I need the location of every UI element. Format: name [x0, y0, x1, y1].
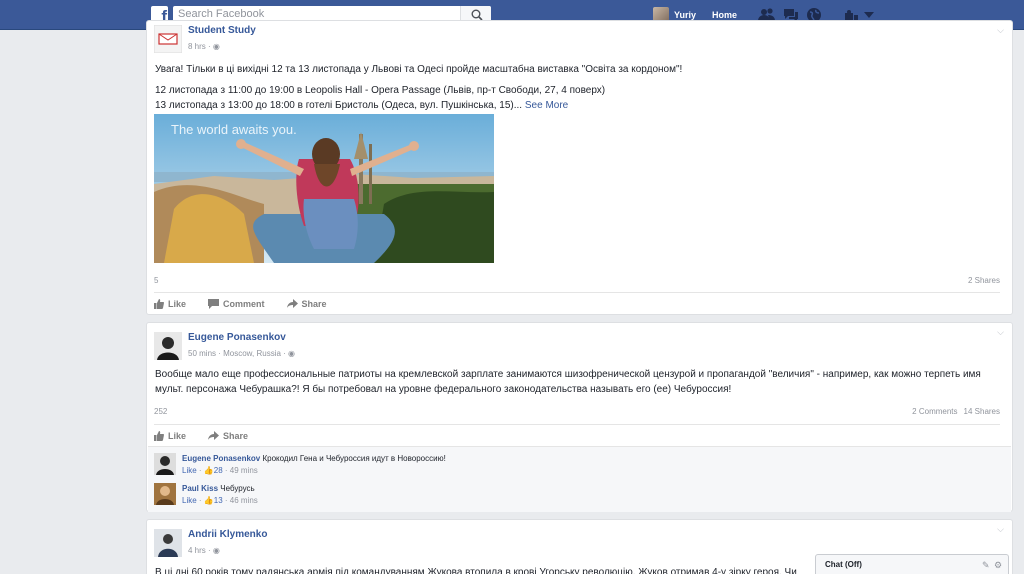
compose-icon[interactable]: ✎ — [982, 560, 990, 571]
post-time[interactable]: 8 hrs · — [188, 42, 213, 51]
post-actions: Like Comment Share — [154, 292, 1000, 314]
share-label: Share — [301, 298, 327, 309]
feed-post: ⌵ Eugene Ponasenkov 50 mins · Moscow, Ru… — [146, 322, 1013, 512]
post-text-line: 13 листопада з 13:00 до 18:00 в готелі Б… — [155, 100, 525, 111]
post-counts: 5 2 Shares — [154, 276, 1000, 285]
post-options-chevron-icon[interactable]: ⌵ — [997, 524, 1004, 535]
user-name: Yuriy — [674, 10, 697, 20]
post-author[interactable]: Student Study — [188, 25, 256, 37]
gear-icon[interactable]: ⚙ — [994, 560, 1002, 571]
post-meta: 8 hrs · ◉ — [188, 41, 256, 53]
comment-text: Крокодил Гена и Чебуроссия идут в Новоро… — [262, 454, 446, 463]
comment-time[interactable]: 49 mins — [230, 466, 258, 475]
comments-section: Eugene Ponasenkov Крокодил Гена и Чебуро… — [148, 446, 1011, 512]
author-avatar[interactable] — [154, 529, 182, 557]
comment-like-count[interactable]: 28 — [214, 466, 223, 475]
likes-count[interactable]: 5 — [154, 276, 158, 285]
home-link[interactable]: Home — [712, 10, 737, 20]
author-avatar[interactable] — [154, 332, 182, 360]
comments-count[interactable]: 2 Comments — [912, 407, 957, 416]
thumbs-up-icon — [154, 298, 164, 309]
like-button[interactable]: Like — [154, 430, 187, 441]
thumbs-up-icon — [154, 430, 164, 441]
comment-item: Paul Kiss Чебурусь Like · 👍13 · 46 mins — [154, 483, 258, 507]
globe-icon: ◉ — [212, 42, 220, 51]
post-options-chevron-icon[interactable]: ⌵ — [997, 327, 1004, 338]
like-button[interactable]: Like — [154, 298, 187, 309]
commenter-name[interactable]: Eugene Ponasenkov — [182, 454, 260, 463]
comment-like-link[interactable]: Like — [182, 496, 197, 505]
post-text-line: мульт. персонажа Чебурашка?! Я бы потреб… — [155, 384, 732, 395]
comment-icon — [208, 298, 220, 309]
page-avatar[interactable] — [154, 25, 182, 53]
post-meta: 50 mins · Moscow, Russia · ◉ — [188, 348, 295, 360]
post-text-line: Вообще мало еще профессиональные патриот… — [155, 369, 981, 380]
comment-like-link[interactable]: Like — [182, 466, 197, 475]
post-text: Вообще мало еще профессиональные патриот… — [155, 367, 1005, 397]
search-input[interactable] — [178, 8, 458, 20]
share-arrow-icon — [286, 298, 298, 308]
commenter-avatar[interactable] — [154, 453, 176, 475]
post-text-line: 12 листопада з 11:00 до 19:00 в Leopolis… — [155, 85, 606, 96]
post-text-line: Увага! Тільки в ці вихідні 12 та 13 лист… — [155, 64, 683, 75]
shares-count[interactable]: 14 Shares — [964, 407, 1000, 416]
post-time[interactable]: 50 mins · Moscow, Russia · — [188, 349, 288, 358]
comment-like-count[interactable]: 13 — [214, 496, 223, 505]
comment-label: Comment — [223, 298, 265, 309]
account-menu-icon[interactable] — [864, 12, 874, 18]
comment-button[interactable]: Comment — [208, 298, 265, 309]
like-label: Like — [168, 430, 187, 441]
commenter-name[interactable]: Paul Kiss — [182, 484, 218, 493]
commenter-avatar[interactable] — [154, 483, 176, 505]
comment-text: Чебурусь — [220, 484, 255, 493]
see-more-link[interactable]: See More — [525, 100, 568, 111]
feed-post: ⌵ Student Study 8 hrs · ◉ Увага! Тільки … — [146, 20, 1013, 315]
share-button[interactable]: Share — [208, 430, 249, 441]
post-time[interactable]: 4 hrs · — [188, 546, 213, 555]
post-text: Увага! Тільки в ці вихідні 12 та 13 лист… — [155, 62, 1005, 113]
thumbs-up-icon: 👍 — [203, 466, 214, 475]
share-arrow-icon — [208, 430, 220, 440]
photo-caption: The world awaits you. — [171, 122, 297, 137]
thumbs-up-icon: 👍 — [203, 496, 214, 505]
post-photo[interactable]: The world awaits you. — [154, 114, 494, 263]
chat-sidebar-tab[interactable]: Chat (Off) ✎ ⚙ — [815, 554, 1009, 574]
post-actions: Like Share — [154, 424, 1000, 446]
shares-count[interactable]: 2 Shares — [968, 276, 1000, 285]
chat-title: Chat (Off) — [825, 560, 862, 569]
like-label: Like — [168, 298, 187, 309]
post-counts: 252 2 Comments 14 Shares — [154, 407, 1000, 416]
comment-item: Eugene Ponasenkov Крокодил Гена и Чебуро… — [154, 453, 446, 477]
globe-icon: ◉ — [212, 546, 220, 555]
likes-count[interactable]: 252 — [154, 407, 167, 416]
share-label: Share — [223, 430, 249, 441]
share-button[interactable]: Share — [286, 298, 327, 309]
post-meta: 4 hrs · ◉ — [188, 545, 267, 557]
post-author[interactable]: Andrii Klymenko — [188, 529, 267, 541]
post-author[interactable]: Eugene Ponasenkov — [188, 332, 295, 344]
globe-icon: ◉ — [288, 349, 296, 358]
post-options-chevron-icon[interactable]: ⌵ — [997, 25, 1004, 36]
comment-time[interactable]: 46 mins — [230, 496, 258, 505]
